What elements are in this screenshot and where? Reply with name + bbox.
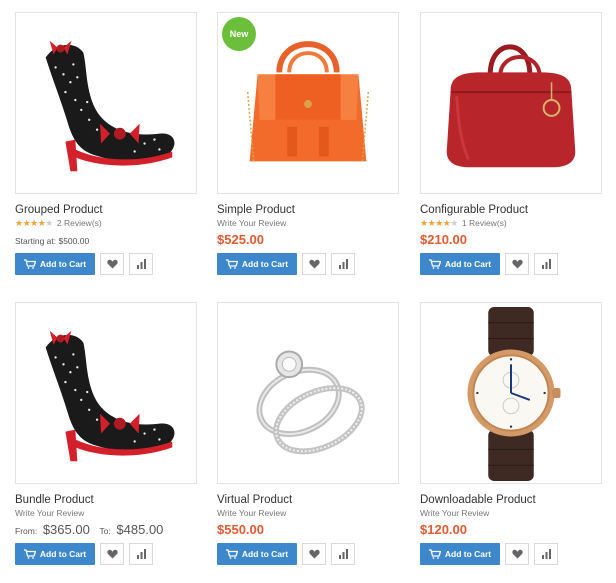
rating-row: ★★★★★ 2 Review(s) [15,217,197,230]
product-name[interactable]: Grouped Product [15,203,197,217]
product-image[interactable]: New [217,12,399,194]
write-review-link[interactable]: Write Your Review [15,507,84,520]
rating-stars: ★★★★★ [15,218,53,228]
product-image[interactable] [217,302,399,484]
product-card: Configurable Product ★★★★★ 1 Review(s) $… [420,12,602,275]
product-name[interactable]: Virtual Product [217,493,399,507]
compare-button[interactable] [331,543,355,565]
bar-chart-icon [338,549,348,559]
from-price: $365.00 [42,522,90,537]
rating-row: Write Your Review [15,507,197,520]
wishlist-button[interactable] [302,253,326,275]
add-to-cart-label: Add to Cart [39,549,87,559]
compare-button[interactable] [534,253,558,275]
product-actions: Add to Cart [420,543,602,565]
add-to-cart-label: Add to Cart [241,259,289,269]
price-row: Starting at: $500.00 [15,230,197,250]
write-review-link[interactable]: Write Your Review [217,217,286,230]
cart-icon [225,259,238,269]
product-card: New Simple Product Write Your Review $52… [217,12,399,275]
heart-icon [106,549,118,559]
compare-button[interactable] [331,253,355,275]
write-review-link[interactable]: Write Your Review [420,507,489,520]
add-to-cart-label: Add to Cart [444,549,492,559]
product-image[interactable] [15,302,197,484]
price-range: From: $365.00 To: $485.00 [15,520,197,540]
rating-stars: ★★★★★ [420,218,458,228]
bar-chart-icon [136,259,146,269]
bar-chart-icon [136,549,146,559]
starting-price: Starting at: $500.00 [15,236,90,246]
add-to-cart-label: Add to Cart [444,259,492,269]
price: $550.00 [217,522,264,537]
rating-row: Write Your Review [420,507,602,520]
rings-image [256,350,365,455]
product-image[interactable] [15,12,197,194]
leather-bag-image [446,44,576,168]
add-to-cart-button[interactable]: Add to Cart [420,253,500,275]
price: $120.00 [420,522,467,537]
price: $525.00 [217,232,264,247]
bar-chart-icon [541,259,551,269]
write-review-link[interactable]: Write Your Review [217,507,286,520]
to-price: $485.00 [116,522,164,537]
to-label: To: [99,526,111,536]
heart-icon [106,259,118,269]
product-name[interactable]: Bundle Product [15,493,197,507]
compare-button[interactable] [129,543,153,565]
shoe-image [45,40,175,172]
wishlist-button[interactable] [505,253,529,275]
cart-icon [23,549,36,559]
rating-row: Write Your Review [217,217,399,230]
heart-icon [511,549,523,559]
product-actions: Add to Cart [15,543,197,565]
review-link[interactable]: 2 Review(s) [57,217,102,230]
cart-icon [23,259,36,269]
product-name[interactable]: Downloadable Product [420,493,602,507]
product-card: Bundle Product Write Your Review From: $… [15,302,197,565]
heart-icon [308,549,320,559]
compare-button[interactable] [534,543,558,565]
product-image[interactable] [420,12,602,194]
product-card: Grouped Product ★★★★★ 2 Review(s) Starti… [15,12,197,275]
add-to-cart-label: Add to Cart [39,259,87,269]
add-to-cart-label: Add to Cart [241,549,289,559]
heart-icon [308,259,320,269]
product-actions: Add to Cart [217,253,399,275]
review-link[interactable]: 1 Review(s) [462,217,507,230]
product-card: Downloadable Product Write Your Review $… [420,302,602,565]
product-name[interactable]: Simple Product [217,203,399,217]
product-actions: Add to Cart [420,253,602,275]
bar-chart-icon [338,259,348,269]
cart-icon [428,259,441,269]
compare-button[interactable] [129,253,153,275]
cart-icon [225,549,238,559]
new-badge: New [222,17,256,51]
rating-row: ★★★★★ 1 Review(s) [420,217,602,230]
wishlist-button[interactable] [302,543,326,565]
price: $210.00 [420,232,467,247]
product-name[interactable]: Configurable Product [420,203,602,217]
wishlist-button[interactable] [505,543,529,565]
add-to-cart-button[interactable]: Add to Cart [217,253,297,275]
add-to-cart-button[interactable]: Add to Cart [15,253,95,275]
bar-chart-icon [541,549,551,559]
watch-image [467,306,561,482]
wishlist-button[interactable] [100,543,124,565]
product-image[interactable] [420,302,602,484]
product-grid: Grouped Product ★★★★★ 2 Review(s) Starti… [0,0,616,583]
add-to-cart-button[interactable]: Add to Cart [15,543,95,565]
cart-icon [428,549,441,559]
product-card: Virtual Product Write Your Review $550.0… [217,302,399,565]
wishlist-button[interactable] [100,253,124,275]
shoe-image [45,330,175,462]
heart-icon [511,259,523,269]
add-to-cart-button[interactable]: Add to Cart [420,543,500,565]
product-actions: Add to Cart [217,543,399,565]
rating-row: Write Your Review [217,507,399,520]
add-to-cart-button[interactable]: Add to Cart [217,543,297,565]
from-label: From: [15,526,38,536]
product-actions: Add to Cart [15,253,197,275]
